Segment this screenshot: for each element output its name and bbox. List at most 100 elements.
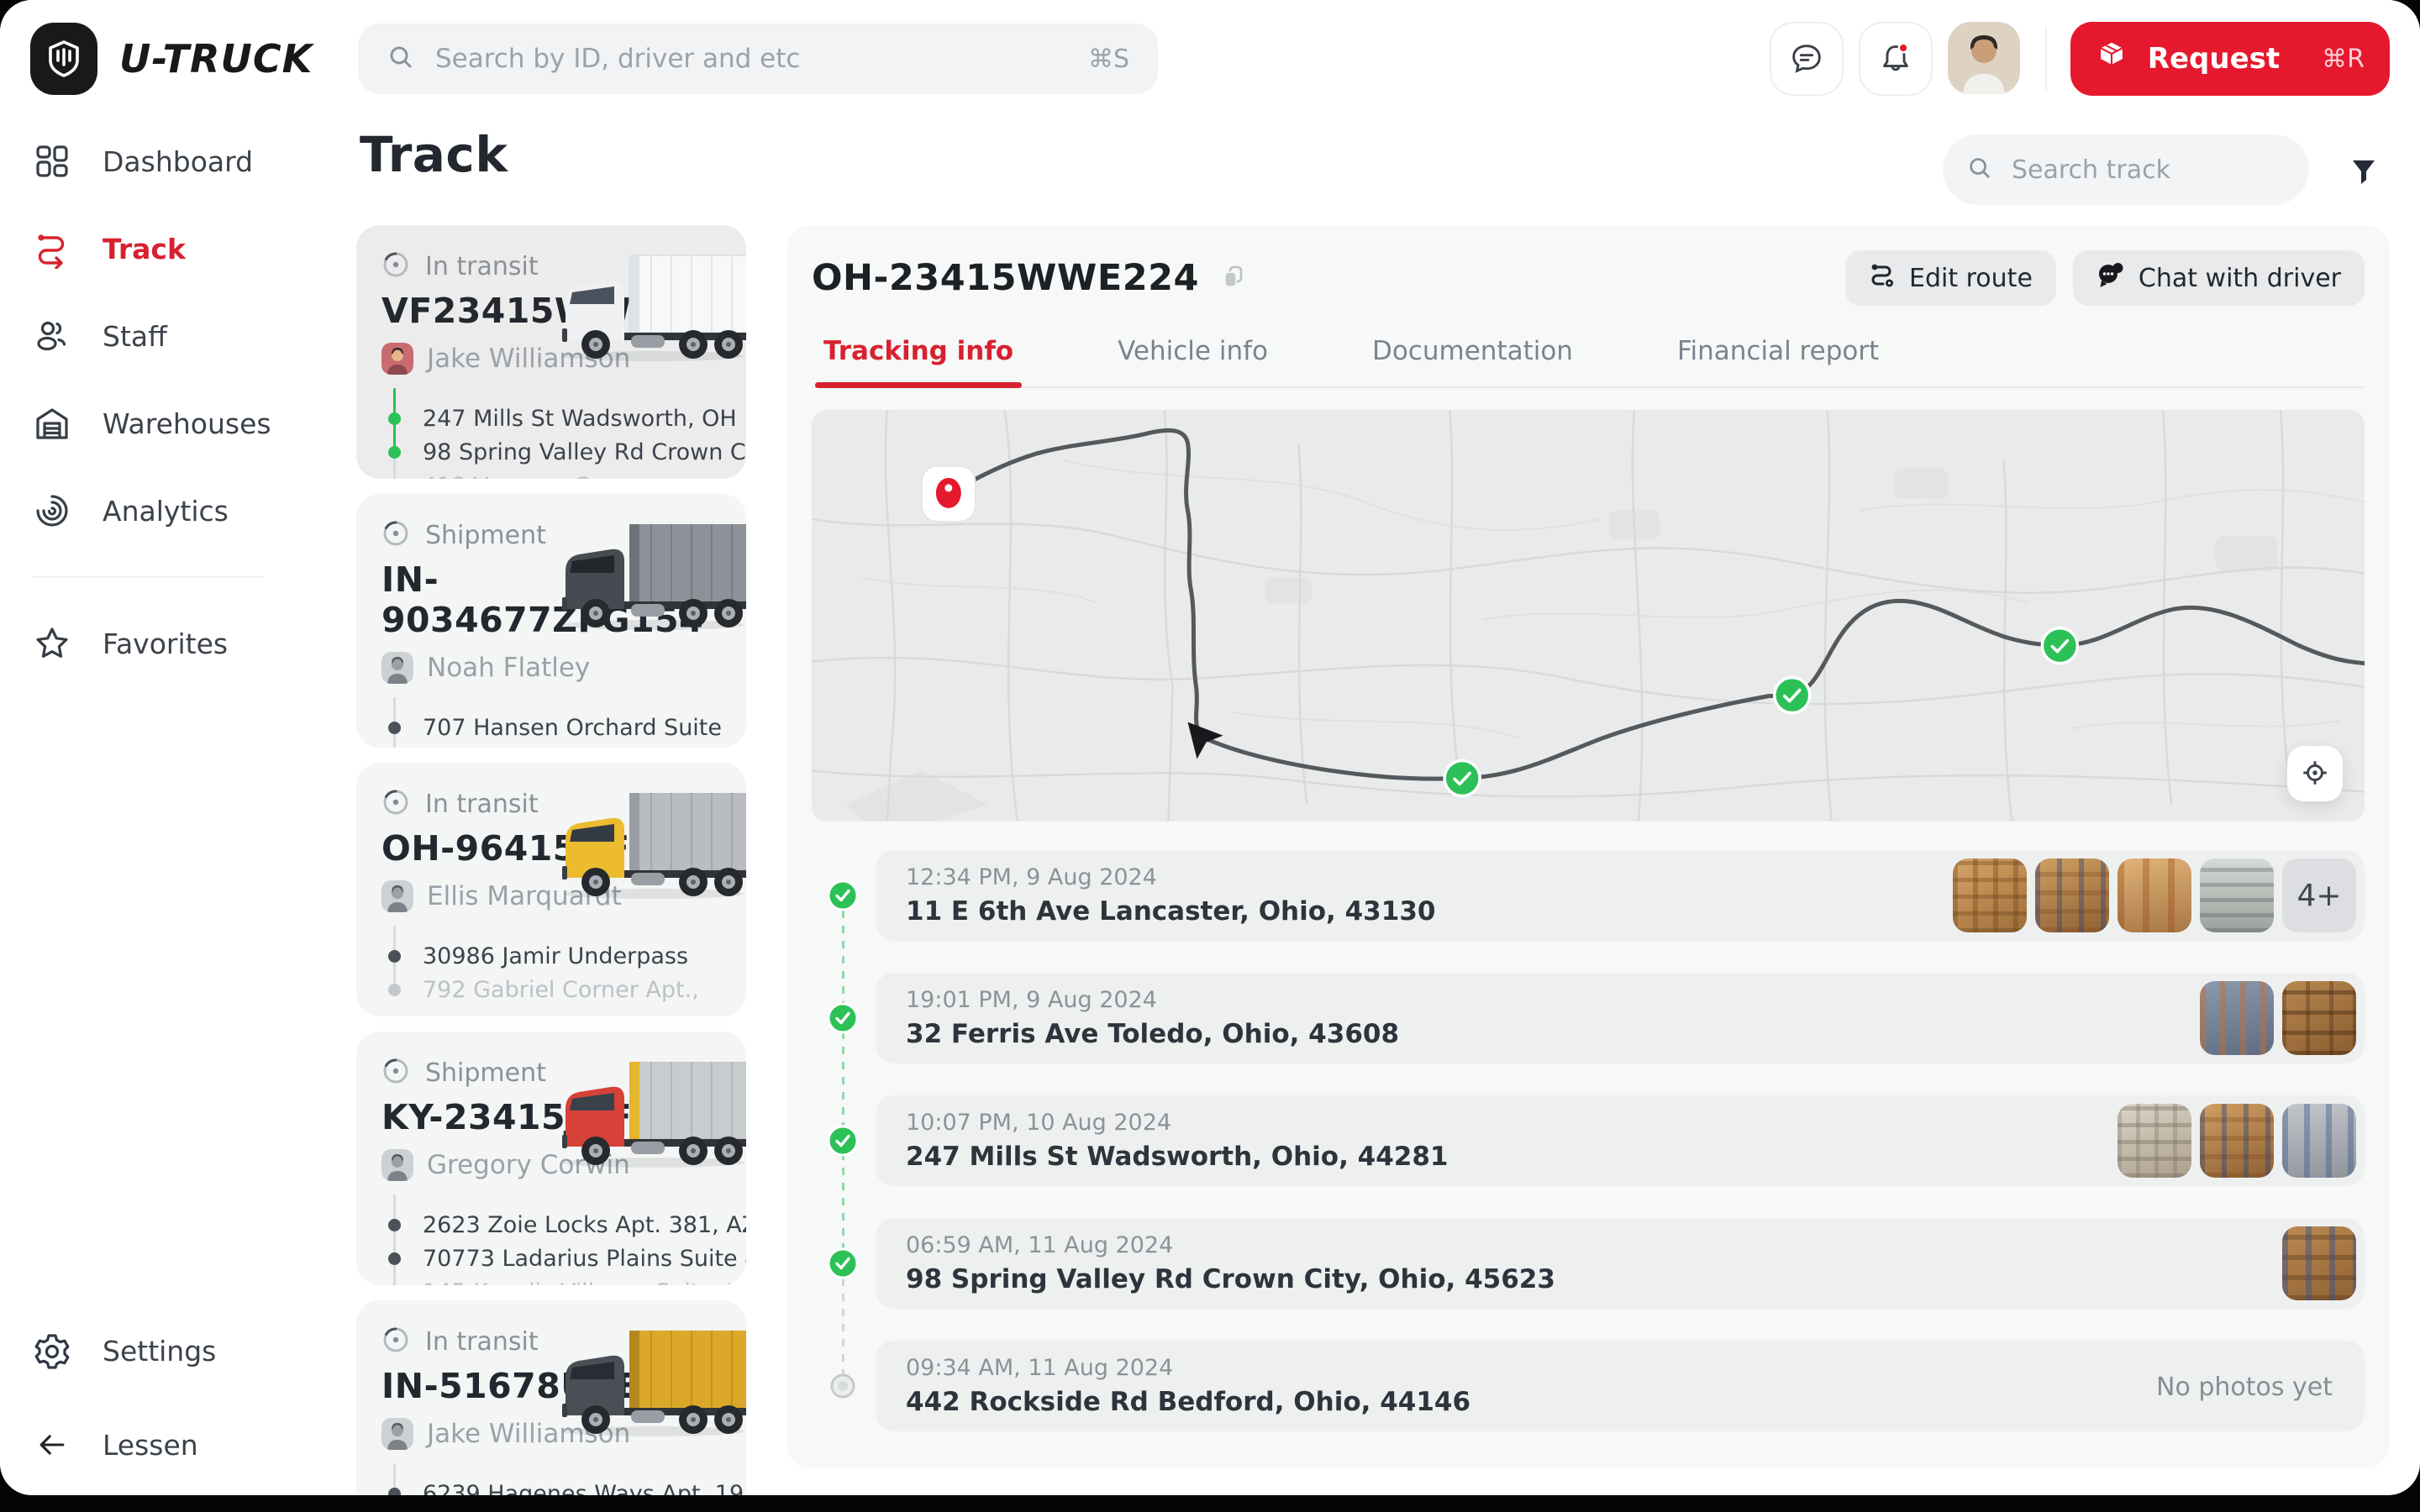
photo-thumbnail[interactable]	[2200, 858, 2274, 932]
sidebar-collapse-button[interactable]: Lessen	[0, 1401, 388, 1488]
route-map[interactable]	[812, 410, 2365, 822]
request-label: Request	[2148, 42, 2280, 76]
global-search[interactable]: ⌘S	[358, 24, 1158, 94]
detail-tabs: Tracking info Vehicle info Documentation Fi…	[812, 329, 2365, 388]
user-avatar[interactable]	[1948, 22, 2022, 96]
global-search-input[interactable]	[434, 43, 1070, 75]
dashboard-icon	[32, 141, 72, 181]
stop-row: 027 Morar Lake Suite 546,	[388, 744, 746, 748]
stop-row: 707 Hansen Orchard Suite	[388, 711, 746, 744]
shipment-status-row: In transit	[381, 788, 746, 820]
shipment-driver: Jake Williamson	[381, 343, 746, 375]
photo-thumbnail[interactable]	[2035, 858, 2109, 932]
photo-thumbnail[interactable]	[2200, 1104, 2274, 1178]
sidebar-divider	[32, 576, 264, 578]
sidebar-item-settings[interactable]: Settings	[0, 1307, 388, 1394]
stop-dot	[388, 1488, 401, 1496]
track-search-input[interactable]	[2010, 155, 2286, 186]
photo-thumbnail[interactable]	[2282, 981, 2356, 1055]
shipment-stops: 2623 Zoie Locks Apt. 381, AZ70773 Ladari…	[388, 1208, 746, 1285]
photo-thumbnail[interactable]	[1953, 858, 2027, 932]
timeline-address: 98 Spring Valley Rd Crown City, Ohio, 45…	[906, 1264, 1555, 1294]
messages-button[interactable]	[1770, 22, 1844, 96]
tab-tracking-info[interactable]: Tracking info	[822, 329, 1015, 386]
chat-with-driver-label: Chat with driver	[2139, 264, 2341, 293]
timeline-time: 19:01 PM, 9 Aug 2024	[906, 987, 1157, 1013]
timeline-row[interactable]: 06:59 AM, 11 Aug 202498 Spring Valley Rd…	[876, 1218, 2365, 1309]
driver-name: Jake Williamson	[427, 344, 630, 374]
notifications-button[interactable]	[1859, 22, 1933, 96]
timeline-photos	[2282, 1226, 2356, 1300]
edit-route-button[interactable]: Edit route	[1845, 250, 2056, 306]
package-icon	[2096, 39, 2128, 79]
shipment-driver: Noah Flatley	[381, 652, 746, 684]
sidebar-item-staff[interactable]: Staff	[0, 292, 356, 380]
locate-button[interactable]	[2287, 746, 2343, 801]
chat-filled-icon	[2096, 260, 2125, 296]
shipment-card[interactable]: In transitIN-51678URE401Jake Williamson6…	[356, 1300, 746, 1495]
shipment-status: In transit	[425, 790, 539, 819]
timeline-status-icon	[827, 879, 859, 911]
timeline-address: 32 Ferris Ave Toledo, Ohio, 43608	[906, 1019, 1399, 1049]
stop-address: 30986 Jamir Underpass	[423, 943, 688, 969]
stop-address: 247 Mills St Wadsworth, OH	[423, 406, 737, 432]
page-title: Track	[360, 126, 508, 183]
timeline-address: 247 Mills St Wadsworth, Ohio, 44281	[906, 1142, 1449, 1172]
request-button[interactable]: Request ⌘R	[2070, 22, 2390, 96]
shipment-card[interactable]: ShipmentIN-9034677ZFG154Noah Flatley707 …	[356, 494, 746, 748]
shipment-id: IN-9034677ZFG154	[381, 559, 746, 640]
photo-thumbnail[interactable]	[2118, 1104, 2191, 1178]
copy-id-button[interactable]	[1218, 261, 1249, 296]
stop-row: 6239 Hagenes Ways Apt. 195, WI	[388, 1477, 746, 1495]
sidebar-item-dashboard[interactable]: Dashboard	[0, 118, 356, 205]
timeline-item: 10:07 PM, 10 Aug 2024247 Mills St Wadswo…	[876, 1095, 2365, 1186]
driver-avatar	[381, 1418, 413, 1450]
stop-address: 419 Vanessa Common	[423, 473, 676, 480]
timeline-row[interactable]: 12:34 PM, 9 Aug 202411 E 6th Ave Lancast…	[876, 850, 2365, 941]
photo-thumbnail[interactable]	[2200, 981, 2274, 1055]
map-canvas	[812, 410, 2365, 821]
sidebar-item-warehouses[interactable]: Warehouses	[0, 380, 356, 467]
timeline-status-icon	[827, 1125, 859, 1157]
driver-name: Ellis Marquardt	[427, 881, 622, 911]
shipment-id: OH-96415GFC145	[381, 828, 746, 869]
tab-documentation[interactable]: Documentation	[1370, 329, 1575, 386]
photo-thumbnail[interactable]	[2282, 1104, 2356, 1178]
timeline-row[interactable]: 19:01 PM, 9 Aug 2024 32 Ferris Ave Toledo…	[876, 973, 2365, 1063]
driver-name: Noah Flatley	[427, 653, 590, 683]
gear-icon	[32, 1331, 72, 1371]
tab-financial-report[interactable]: Financial report	[1676, 329, 1881, 386]
chat-with-driver-button[interactable]: Chat with driver	[2073, 250, 2365, 306]
photo-thumbnail[interactable]	[2282, 1226, 2356, 1300]
timeline-row[interactable]: 09:34 AM, 11 Aug 2024442 Rockside Rd Bed…	[876, 1341, 2365, 1431]
shipment-stops: 247 Mills St Wadsworth, OH98 Spring Vall…	[388, 402, 746, 479]
sidebar-item-label: Staff	[103, 320, 167, 353]
stop-row: 247 Mills St Wadsworth, OH	[388, 402, 746, 435]
timeline-row[interactable]: 10:07 PM, 10 Aug 2024247 Mills St Wadswo…	[876, 1095, 2365, 1186]
tab-vehicle-info[interactable]: Vehicle info	[1116, 329, 1270, 386]
sidebar-item-favorites[interactable]: Favorites	[0, 600, 356, 687]
timeline-item: 09:34 AM, 11 Aug 2024442 Rockside Rd Bed…	[876, 1341, 2365, 1431]
brand-logo[interactable]: U-TRUCK	[30, 23, 313, 95]
stop-dot	[388, 722, 401, 734]
stop-address: 70773 Ladarius Plains Suite 496, AZ	[423, 1246, 746, 1272]
photo-thumbnail[interactable]	[2118, 858, 2191, 932]
more-photos-badge[interactable]: 4+	[2282, 858, 2356, 932]
shipment-status: Shipment	[425, 1058, 546, 1088]
status-progress-icon	[381, 1057, 410, 1089]
timeline-item: 12:34 PM, 9 Aug 202411 E 6th Ave Lancast…	[876, 850, 2365, 941]
shipment-driver: Jake Williamson	[381, 1418, 746, 1450]
sidebar-collapse-label: Lessen	[103, 1429, 198, 1462]
sidebar-item-label: Settings	[103, 1335, 216, 1368]
sidebar-item-track[interactable]: Track	[0, 205, 356, 292]
no-photos-note: No photos yet	[2156, 1373, 2333, 1402]
shipment-driver: Ellis Marquardt	[381, 880, 746, 912]
shipment-card[interactable]: ShipmentKY-23415JNF155Gregory Corwin2623…	[356, 1032, 746, 1285]
sidebar-item-analytics[interactable]: Analytics	[0, 467, 356, 554]
shipment-card[interactable]: In transitVF23415WWE224Jake Williamson24…	[356, 225, 746, 479]
track-search[interactable]	[1943, 134, 2309, 205]
filter-button[interactable]	[2343, 156, 2385, 190]
status-progress-icon	[381, 788, 410, 820]
shipment-card[interactable]: In transit OH-96415GFC145 Ellis Marquardt 3…	[356, 763, 746, 1016]
map-stop-check-3	[2042, 628, 2077, 664]
